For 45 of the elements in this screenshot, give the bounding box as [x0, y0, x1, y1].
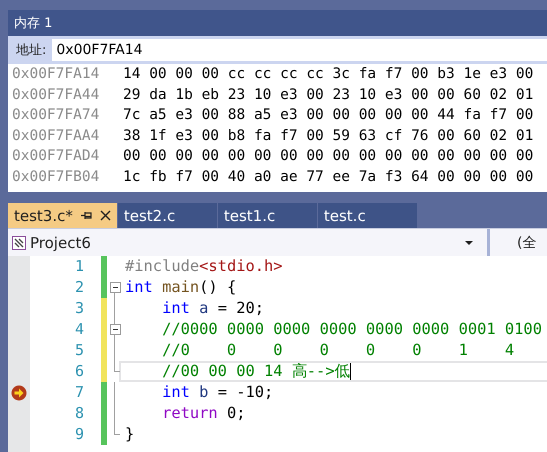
code-line: #include<stdio.h>	[124, 256, 284, 277]
address-label: 地址:	[16, 42, 46, 59]
memory-address: 0x00F7FAA4	[11, 126, 100, 146]
memory-address: 0x00F7FB04	[11, 168, 100, 186]
memory-bytes: 00 00 00 00 00 00 00 00 00 00 00 00 00 00 00 00	[123, 147, 534, 166]
scope-dropdown[interactable]: (全	[517, 234, 536, 252]
dropdown-caret-icon	[465, 240, 473, 244]
panel-title: 内存 1	[8, 10, 547, 36]
line-number: 3	[74, 298, 84, 319]
line-number: 1	[74, 256, 84, 277]
collapse-toggle[interactable]	[110, 324, 120, 335]
memory-address: 0x00F7FA74	[11, 106, 100, 125]
text-caret	[350, 363, 351, 380]
line-number: 2	[74, 277, 84, 298]
code-line: }	[124, 424, 136, 445]
collapse-toggle[interactable]	[110, 282, 120, 293]
close-icon[interactable]	[100, 210, 111, 221]
file-tab[interactable]: test.c	[318, 203, 417, 228]
memory-bytes: 29 da 1b eb 23 10 e3 00 23 10 e3 00 00 60 02 01	[123, 86, 534, 104]
file-tab[interactable]: test3.c*	[8, 203, 117, 228]
memory-bytes: 14 00 00 00 cc cc cc cc 3c fa f7 00 b3 1e e3 00	[123, 65, 534, 84]
memory-bytes: 7c a5 e3 00 88 a5 e3 00 00 00 00 00 44 fa f7 00	[123, 106, 534, 125]
code-line: //0 0 0 0 0 0 1 4	[161, 340, 516, 361]
code-line: //0000 0000 0000 0000 0000 0000 0001 0100	[161, 319, 543, 340]
pin-icon[interactable]	[80, 211, 92, 220]
file-tab[interactable]: test1.c	[218, 203, 317, 228]
project-icon	[12, 236, 26, 250]
line-number: 7	[74, 382, 84, 403]
address-field[interactable]: 0x00F7FA14	[52, 39, 547, 61]
memory-bytes: 38 1f e3 00 b8 fa f7 00 59 63 cf 76 00 60 02 01	[123, 126, 534, 146]
code-line: int b = -10;	[161, 382, 274, 403]
code-line: //00 00 00 14 高-->低	[119, 361, 547, 382]
memory-address: 0x00F7FAD4	[11, 147, 100, 166]
line-number: 9	[74, 424, 84, 445]
code-line: int a = 20;	[161, 298, 266, 319]
line-number: 8	[74, 403, 84, 424]
memory-address: 0x00F7FA44	[11, 86, 100, 104]
code-line: int main() {	[124, 277, 238, 298]
line-number: 4	[74, 319, 84, 340]
memory-bytes: 1c fb f7 00 40 a0 ae 77 ee 7a f3 64 00 00 00 00	[123, 168, 534, 186]
memory-address: 0x00F7FA14	[11, 65, 100, 84]
file-tab[interactable]: test2.c	[118, 203, 217, 228]
code-line: return 0;	[161, 403, 246, 424]
line-number: 5	[74, 340, 84, 361]
line-number: 6	[74, 361, 84, 382]
